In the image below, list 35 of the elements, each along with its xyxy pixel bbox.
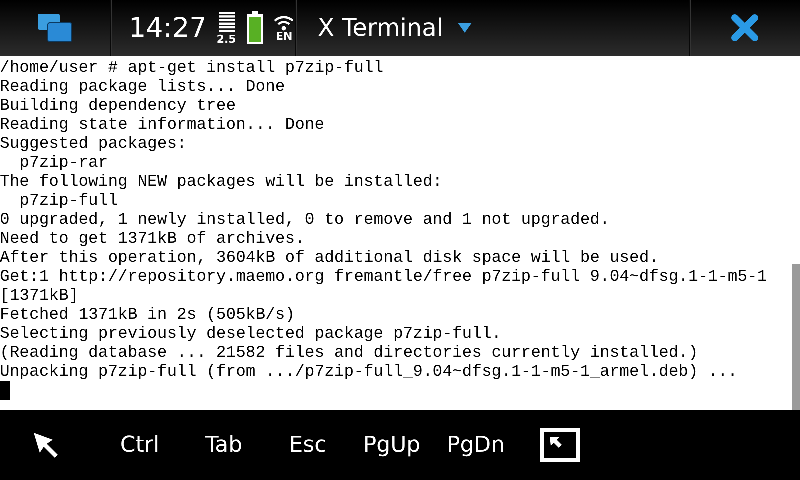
terminal-line: [1371kB] <box>0 286 80 305</box>
terminal-line: p7zip-rar <box>18 153 110 172</box>
close-icon[interactable] <box>731 14 759 42</box>
terminal-line: /home/user # apt-get install p7zip-full <box>0 58 385 77</box>
signal-bars-icon <box>218 12 235 34</box>
key-button[interactable]: Tab <box>182 432 266 458</box>
terminal-line: Suggested packages: <box>0 134 188 153</box>
terminal-line: After this operation, 3604kB of additional disk space will be used. <box>0 248 660 267</box>
scrollbar-thumb[interactable] <box>792 264 800 410</box>
key-button[interactable]: PgDn <box>434 432 518 458</box>
input-language-label: EN <box>276 30 293 42</box>
terminal-line: Building dependency tree <box>0 96 238 115</box>
terminal-line: Need to get 1371kB of archives. <box>0 229 306 248</box>
terminal-line: Reading package lists... Done <box>0 77 286 96</box>
dropdown-arrow-icon[interactable] <box>458 23 472 33</box>
key-button[interactable]: Esc <box>266 432 350 458</box>
key-button[interactable]: PgUp <box>350 432 434 458</box>
terminal-line: 0 upgraded, 1 newly installed, 0 to remove and 1 not upgraded. <box>0 210 611 229</box>
terminal-line: (Reading database ... 21582 files and directories currently installed.) <box>0 343 700 362</box>
pointer-icon <box>31 430 61 460</box>
terminal-line: Reading state information... Done <box>0 115 326 134</box>
terminal-line: Fetched 1371kB in 2s (505kB/s) <box>0 305 296 324</box>
wifi-icon <box>274 14 294 30</box>
task-switcher-icon[interactable] <box>37 13 73 43</box>
key-button[interactable]: Ctrl <box>98 432 182 458</box>
battery-icon <box>246 11 264 45</box>
terminal-line: Selecting previously deselected package p7zip-full. <box>0 324 503 343</box>
terminal-line: p7zip-full <box>18 191 120 210</box>
terminal-line: The following NEW packages will be installed: <box>0 172 444 191</box>
clock-time: 14:27 <box>129 12 207 44</box>
terminal-line: Unpacking p7zip-full (from .../p7zip-full_9.04~dfsg.1-1-m5-1_armel.deb) ... <box>0 362 739 381</box>
terminal-line: Get:1 http://repository.maemo.org fremantle/free p7zip-full 9.04~dfsg.1-1-m5-1 <box>0 267 768 286</box>
window-title[interactable]: X Terminal <box>318 14 444 42</box>
text-cursor <box>0 381 10 400</box>
network-type-label: 2.5 <box>216 34 236 44</box>
